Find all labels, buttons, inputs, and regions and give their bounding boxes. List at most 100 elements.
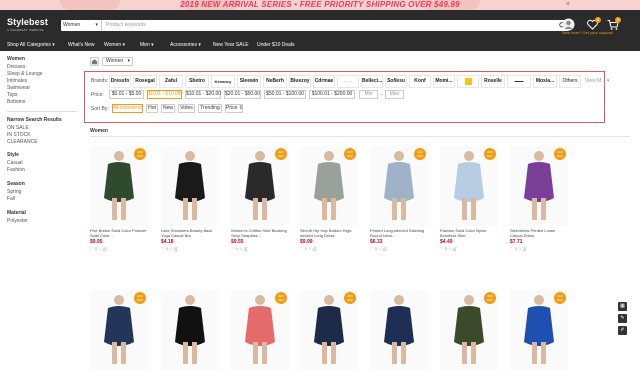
chevron-down-icon: ▾ — [95, 22, 98, 28]
sidebar-title-season: Season — [7, 181, 25, 187]
product-name[interactable]: Five Button Solid Color Pullover Solid C… — [90, 228, 148, 238]
sidebar-item[interactable]: Intimates — [7, 78, 27, 84]
brand-option[interactable]: ▬▬▬ — [507, 75, 531, 88]
product-name[interactable]: Sleeveless Printed Loose Casual Dress — [510, 228, 568, 238]
product-image[interactable] — [370, 290, 428, 370]
product-name[interactable]: Fashion Solid Color Nylon Boneless Skirt — [440, 228, 498, 238]
search-input[interactable]: Product keywords — [106, 20, 146, 31]
sort-option[interactable]: Trending — [198, 104, 222, 113]
brand-logo — [464, 78, 472, 85]
product-actions[interactable]: ♡ 0 ☆ 🛒 — [90, 246, 108, 251]
sidebar-item[interactable]: CLEARANCE — [7, 139, 38, 145]
brand-option[interactable]: Sleewin — [237, 75, 261, 88]
product-price: $7.71 — [510, 239, 523, 245]
brand-option[interactable]: Moxia... — [533, 75, 557, 88]
price-option[interactable]: $10.01 - $20.00 — [185, 90, 221, 99]
sidebar-item[interactable]: Polyester — [7, 218, 28, 224]
price-option[interactable]: $20.01 - $50.00 — [224, 90, 261, 99]
nav-whats-new[interactable]: What's New — [68, 40, 95, 51]
product-name[interactable]: Women's Chiffon Shirt Blocking Sexy Stra… — [231, 228, 289, 238]
logo[interactable]: Stylebest — [7, 17, 48, 27]
product-image[interactable] — [161, 146, 219, 226]
nav-accessories[interactable]: Accessories ▾ — [170, 40, 201, 51]
view-more-link[interactable]: View M... ▾ — [585, 78, 609, 84]
sort-option[interactable]: Recommend — [112, 104, 143, 113]
product-name[interactable]: Printed Long-sleeved Stitching Round Nec… — [370, 228, 428, 238]
breadcrumb-select[interactable]: Women ▾ — [102, 57, 133, 66]
product-actions[interactable]: ♡ 0 ☆ 🛒 — [300, 246, 318, 251]
sort-option[interactable]: Hot — [146, 104, 158, 113]
qr-icon[interactable]: ▦ — [618, 302, 627, 311]
brand-option[interactable] — [457, 75, 479, 88]
signin-link[interactable]: New here? Get your coupon! — [562, 30, 613, 35]
product-actions[interactable]: ♡ 0 ☆ 🛒 — [370, 246, 388, 251]
brand-logo: ▬▬▬ — [514, 79, 524, 83]
nav-men[interactable]: Men ▾ — [140, 40, 154, 51]
product-name[interactable]: Slim-fit Hip Hop Bottom High-necked Long… — [300, 228, 358, 238]
nav-under-10[interactable]: Under $10 Deals — [257, 40, 295, 51]
price-option[interactable]: $0.01 - $5.00 — [109, 90, 144, 99]
sidebar-title-material: Material — [7, 210, 26, 216]
nav-new-year-sale[interactable]: New Year SALE — [213, 40, 249, 51]
home-icon[interactable] — [90, 57, 99, 66]
sort-option[interactable]: Price ⇕ — [225, 104, 243, 113]
brand-option[interactable]: Roselle — [481, 75, 505, 88]
price-max-input[interactable]: Max — [385, 90, 404, 99]
edit-icon[interactable]: ✐ — [618, 326, 627, 335]
feedback-icon[interactable]: ✎ — [618, 314, 627, 323]
sidebar-item[interactable]: Fashion — [7, 167, 25, 173]
brand-option[interactable]: Rosegal — [133, 75, 157, 88]
sidebar-title-narrow: Narrow Search Results — [7, 117, 62, 123]
brand-option[interactable]: · · · · — [337, 75, 359, 88]
brand-option[interactable]: Zaful — [159, 75, 183, 88]
price-option[interactable]: $50.01 - $100.00 — [264, 90, 306, 99]
discount-badge: 49% OFF — [275, 148, 287, 160]
product-actions[interactable]: ♡ 0 ☆ 🛒 — [510, 246, 528, 251]
price-option[interactable]: $5.01 - $10.00 — [147, 90, 182, 99]
brands-label: Brands: — [91, 78, 109, 84]
sidebar-title-women: Women — [7, 56, 25, 62]
brand-option[interactable]: Bluezoy — [289, 75, 311, 88]
sidebar-item[interactable]: Spring — [7, 189, 21, 195]
search-category-select[interactable]: Women ▾ — [61, 20, 102, 31]
product-image[interactable] — [161, 290, 219, 370]
nav-shop-all[interactable]: Shop All Categories ▾ — [7, 40, 55, 51]
price-dash: – — [380, 92, 383, 98]
cart-badge: 0 — [615, 17, 621, 23]
brand-option[interactable]: Dressfo — [109, 75, 131, 88]
sidebar-item[interactable]: ON SALE — [7, 125, 29, 131]
sidebar-item[interactable]: Casual — [7, 160, 23, 166]
sort-option[interactable]: New — [161, 104, 175, 113]
product-name[interactable]: Lace Shoulders Beauty Back Yoga Casual B… — [161, 228, 219, 238]
discount-badge: 47% OFF — [344, 148, 356, 160]
sidebar-item[interactable]: Sleep & Lounge — [7, 71, 43, 77]
sidebar-item[interactable]: IN STOCK — [7, 132, 31, 138]
brand-option[interactable]: NeBerh — [263, 75, 287, 88]
sidebar-item[interactable]: Fall — [7, 196, 15, 202]
price-option[interactable]: $100.01 - $200.00 — [309, 90, 355, 99]
product-actions[interactable]: ♡ 0 ☆ 🛒 — [231, 246, 249, 251]
brand-option[interactable]: Cdrmae — [313, 75, 335, 88]
discount-badge: 40% OFF — [275, 292, 287, 304]
brand-option[interactable]: Others — [559, 75, 581, 88]
wishlist-badge: 0 — [595, 17, 601, 23]
sidebar-item[interactable]: Bottoms — [7, 99, 25, 105]
sidebar-item[interactable]: Dresses — [7, 64, 25, 70]
product-actions[interactable]: ♡ 0 ☆ 🛒 — [161, 246, 179, 251]
nav-women[interactable]: Women ▾ — [104, 40, 125, 51]
brand-option[interactable]: Kenancy — [211, 75, 235, 88]
price-min-input[interactable]: Min — [359, 90, 378, 99]
brand-option[interactable]: Sofiesu — [385, 75, 407, 88]
close-icon[interactable]: × — [566, 1, 570, 9]
nav-label: Men — [140, 42, 150, 48]
product-actions[interactable]: ♡ 0 ☆ 🛒 — [440, 246, 458, 251]
sort-option[interactable]: Votes — [178, 104, 195, 113]
promo-banner[interactable]: 2019 NEW ARRIVAL SERIES • FREE PRIORITY … — [0, 0, 640, 10]
brand-option[interactable]: Konf — [409, 75, 431, 88]
sidebar-item[interactable]: Swimwear — [7, 85, 30, 91]
sidebar-item[interactable]: Tops — [7, 92, 18, 98]
brand-option[interactable]: Sbetro — [185, 75, 209, 88]
brand-option[interactable]: Momi... — [433, 75, 455, 88]
brand-option[interactable]: Belleci... — [361, 75, 383, 88]
product-price: $9.55 — [231, 239, 244, 245]
